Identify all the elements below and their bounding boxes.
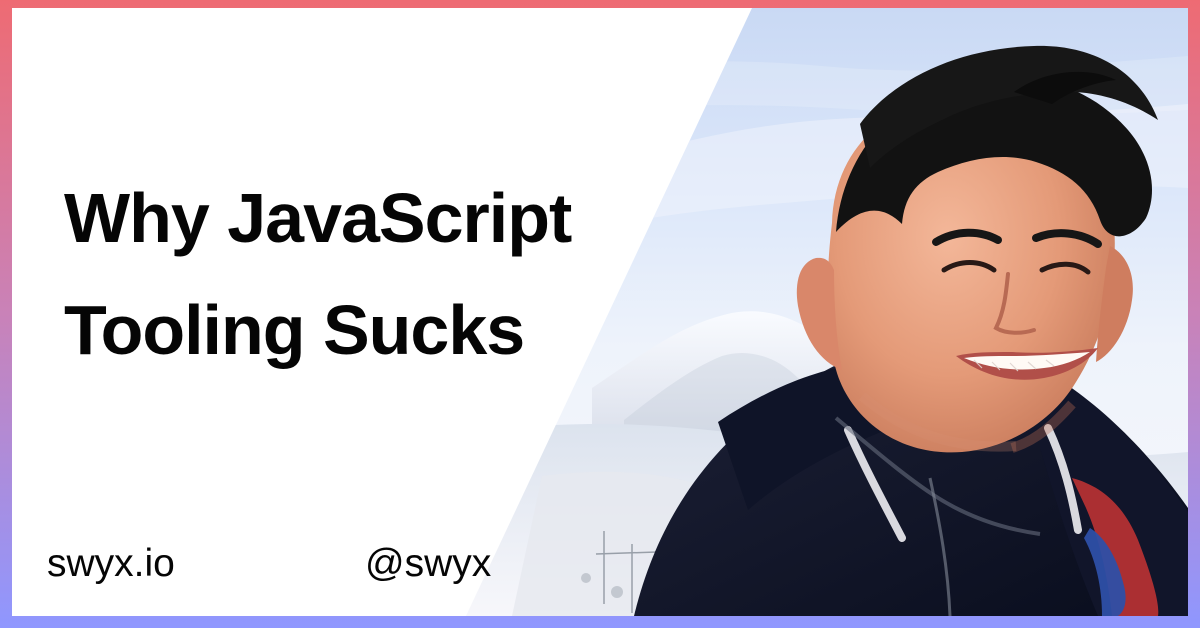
headline: Why JavaScript Tooling Sucks [64, 162, 572, 386]
social-card-frame: Why JavaScript Tooling Sucks swyx.io @sw… [0, 0, 1200, 628]
headline-line-2: Tooling Sucks [64, 291, 525, 369]
social-card: Why JavaScript Tooling Sucks swyx.io @sw… [12, 8, 1188, 616]
headline-line-1: Why JavaScript [64, 179, 572, 257]
social-handle-link[interactable]: @swyx [365, 540, 491, 588]
site-link[interactable]: swyx.io [47, 540, 175, 588]
